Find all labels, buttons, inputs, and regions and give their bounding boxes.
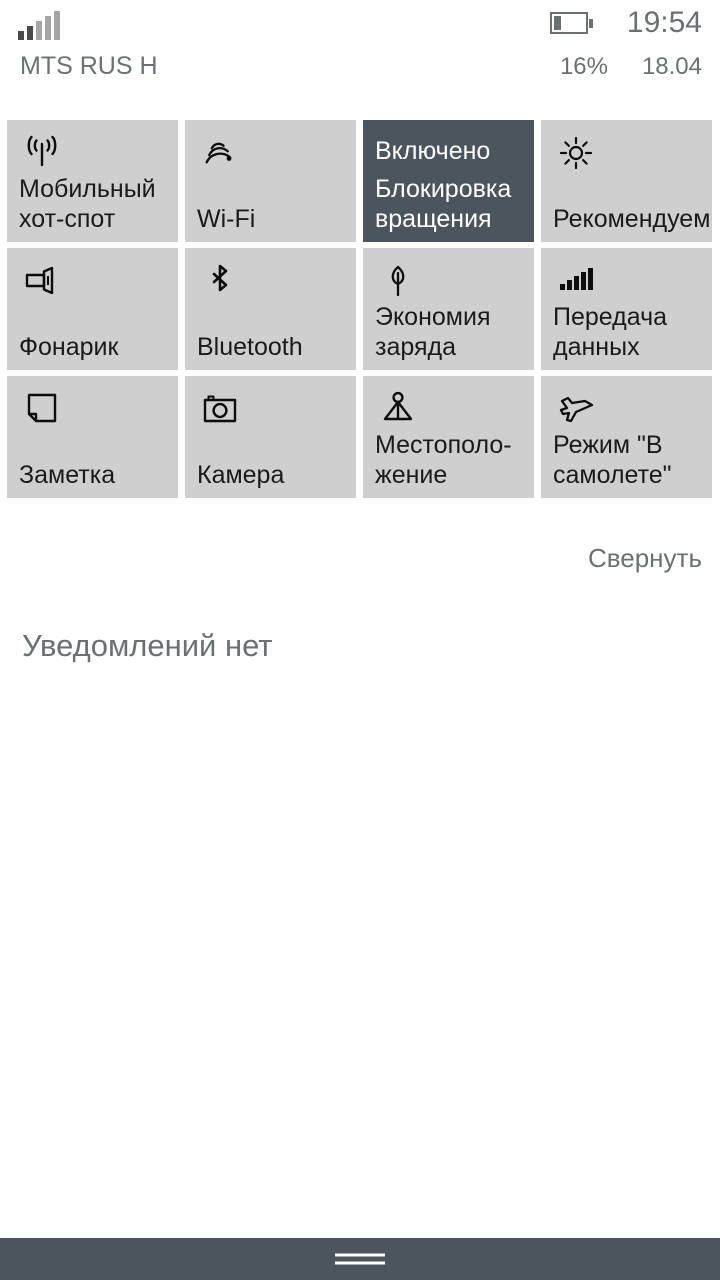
airplane-mode-icon — [555, 388, 597, 430]
tile-label: Bluetooth — [197, 333, 303, 361]
quick-actions-row: Заметка Камера Местополо- жение Режим "В… — [7, 376, 720, 498]
tile-airplane-mode[interactable]: Режим "В самолете" — [541, 376, 712, 498]
tile-label: Экономия заряда — [375, 303, 491, 361]
tile-label: Камера — [197, 461, 285, 489]
tile-label: Заметка — [19, 461, 116, 489]
tile-label: Блокировка вращения — [375, 175, 512, 233]
tile-mobile-hotspot[interactable]: Мобильный хот-спот — [7, 120, 178, 242]
tile-bluetooth[interactable]: Bluetooth — [185, 248, 356, 370]
flashlight-icon — [21, 260, 63, 302]
tile-label: Режим "В самолете" — [553, 431, 672, 489]
mobile-hotspot-icon — [21, 132, 63, 174]
tile-flashlight[interactable]: Фонарик — [7, 248, 178, 370]
tile-label: Мобильный хот-спот — [19, 175, 156, 233]
tile-label: Wi-Fi — [197, 205, 256, 233]
tile-label: Местополо- жение — [375, 431, 512, 489]
note-icon — [21, 388, 63, 430]
status-bar-time: 19:54 — [626, 6, 702, 39]
tile-label: Рекомендуемы — [553, 205, 712, 233]
cellular-data-icon — [555, 260, 597, 302]
tile-rotation-lock[interactable]: Включено Блокировка вращения — [363, 120, 534, 242]
wifi-icon — [199, 132, 241, 174]
navigation-bar — [0, 1238, 720, 1280]
brightness-icon — [555, 132, 597, 174]
tile-note[interactable]: Заметка — [7, 376, 178, 498]
quick-actions-row: Мобильный хот-спот Wi-Fi Включено Блокир… — [7, 120, 720, 242]
quick-actions-row: Фонарик Bluetooth Экономия заряда Переда… — [7, 248, 720, 370]
status-bar-battery-percent: 16% — [559, 53, 608, 80]
tile-battery-saver[interactable]: Экономия заряда — [363, 248, 534, 370]
cellular-signal-icon — [18, 11, 63, 40]
tile-cellular-data[interactable]: Передача данных — [541, 248, 712, 370]
bluetooth-icon — [199, 260, 241, 302]
tile-brightness[interactable]: Рекомендуемы — [541, 120, 712, 242]
tile-label: Передача данных — [553, 303, 668, 361]
quick-actions-grid: Мобильный хот-спот Wi-Fi Включено Блокир… — [7, 120, 720, 504]
tile-label: Фонарик — [19, 333, 119, 361]
tile-location[interactable]: Местополо- жение — [363, 376, 534, 498]
status-bar-carrier: MTS RUS H — [20, 52, 158, 80]
tile-camera[interactable]: Камера — [185, 376, 356, 498]
location-icon — [377, 388, 419, 430]
tile-state: Включено — [375, 137, 491, 165]
camera-icon — [199, 388, 241, 430]
no-notifications-message: Уведомлений нет — [22, 628, 273, 663]
collapse-row: Свернуть — [588, 543, 702, 574]
collapse-button[interactable]: Свернуть — [588, 543, 702, 574]
battery-icon — [550, 12, 594, 36]
status-bar-date: 18.04 — [641, 53, 702, 80]
drag-handle-icon[interactable] — [335, 1253, 385, 1265]
status-bar: 19:54 MTS RUS H 16% 18.04 — [0, 0, 720, 100]
tile-wifi[interactable]: Wi-Fi — [185, 120, 356, 242]
battery-saver-leaf-icon — [377, 260, 419, 302]
